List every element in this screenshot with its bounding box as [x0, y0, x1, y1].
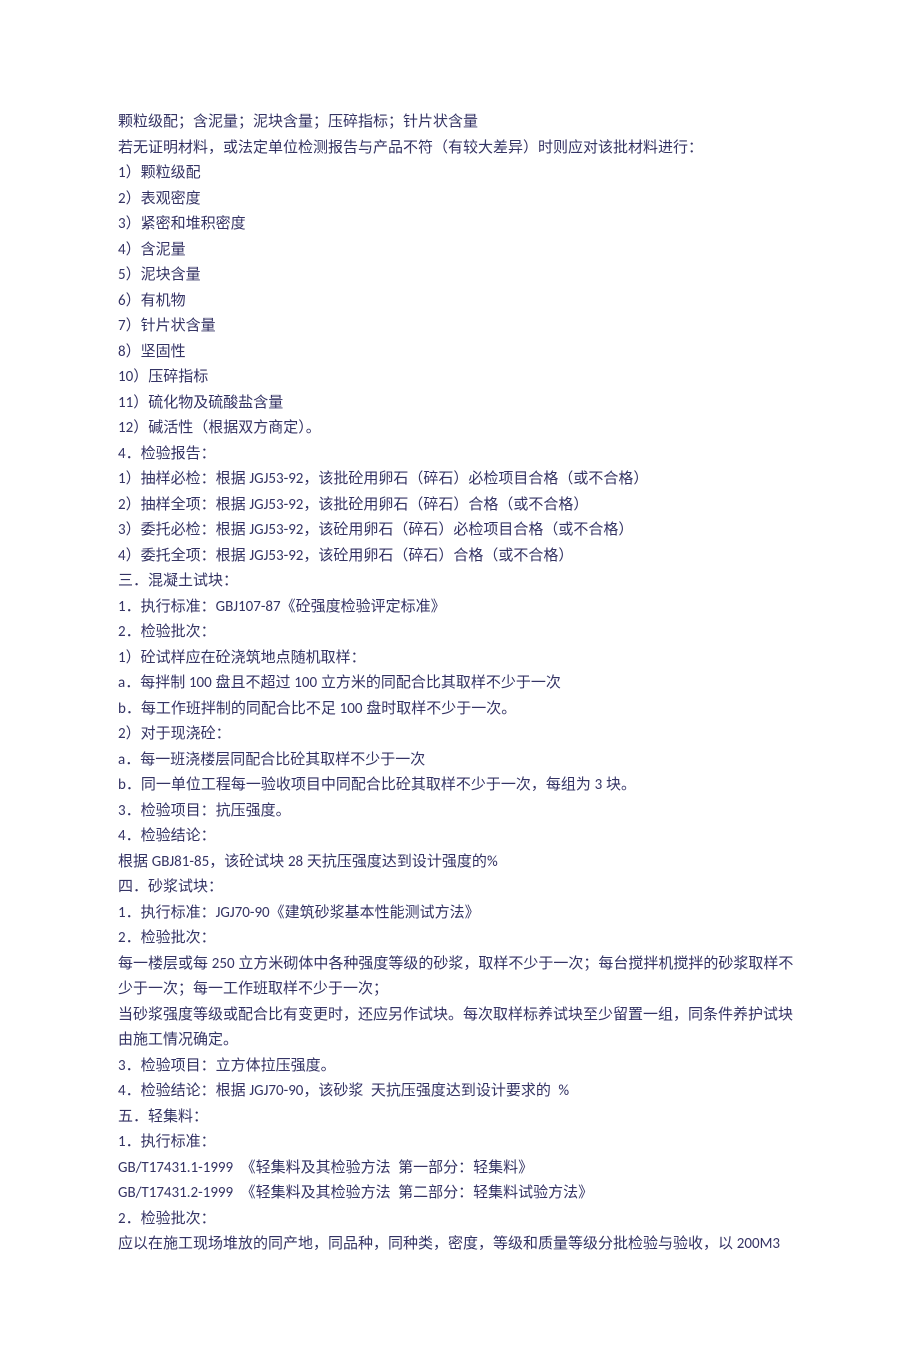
text-line: 8）坚固性: [118, 340, 802, 366]
document-page: 颗粒级配；含泥量；泥块含量；压碎指标；针片状含量 若无证明材料，或法定单位检测报…: [0, 0, 920, 1368]
text-line: 4）委托全项：根据 JGJ53-92，该砼用卵石（碎石）合格（或不合格）: [118, 544, 802, 570]
text-line: 1）抽样必检：根据 JGJ53-92，该批砼用卵石（碎石）必检项目合格（或不合格…: [118, 467, 802, 493]
text-line: 2）抽样全项：根据 JGJ53-92，该批砼用卵石（碎石）合格（或不合格）: [118, 493, 802, 519]
text-line: b．每工作班拌制的同配合比不足 100 盘时取样不少于一次。: [118, 697, 802, 723]
text-line: 2．检验批次：: [118, 620, 802, 646]
text-line: 每一楼层或每 250 立方米砌体中各种强度等级的砂浆，取样不少于一次；每台搅拌机…: [118, 952, 802, 1003]
text-line: 5）泥块含量: [118, 263, 802, 289]
text-line: 五．轻集料：: [118, 1105, 802, 1131]
text-line: 若无证明材料，或法定单位检测报告与产品不符（有较大差异）时则应对该批材料进行：: [118, 136, 802, 162]
text-line: 1．执行标准：: [118, 1130, 802, 1156]
text-line: a．每拌制 100 盘且不超过 100 立方米的同配合比其取样不少于一次: [118, 671, 802, 697]
text-line: 1）砼试样应在砼浇筑地点随机取样：: [118, 646, 802, 672]
text-line: 12）碱活性（根据双方商定）。: [118, 416, 802, 442]
text-line: 颗粒级配；含泥量；泥块含量；压碎指标；针片状含量: [118, 110, 802, 136]
text-line: 3）委托必检：根据 JGJ53-92，该砼用卵石（碎石）必检项目合格（或不合格）: [118, 518, 802, 544]
text-line: 6）有机物: [118, 289, 802, 315]
text-line: 根据 GBJ81-85，该砼试块 28 天抗压强度达到设计强度的%: [118, 850, 802, 876]
text-line: 当砂浆强度等级或配合比有变更时，还应另作试块。每次取样标养试块至少留置一组，同条…: [118, 1003, 802, 1054]
text-line: 1．执行标准：GBJ107-87《砼强度检验评定标准》: [118, 595, 802, 621]
text-line: 2）表观密度: [118, 187, 802, 213]
text-line: 2．检验批次：: [118, 1207, 802, 1233]
text-line: 4）含泥量: [118, 238, 802, 264]
text-line: 4．检验报告：: [118, 442, 802, 468]
text-line: GB/T17431.1-1999 《轻集料及其检验方法 第一部分：轻集料》: [118, 1156, 802, 1182]
text-line: 2）对于现浇砼：: [118, 722, 802, 748]
text-line: 三．混凝土试块：: [118, 569, 802, 595]
text-line: 10）压碎指标: [118, 365, 802, 391]
text-line: 1）颗粒级配: [118, 161, 802, 187]
text-line: 4．检验结论：根据 JGJ70-90，该砂浆 天抗压强度达到设计要求的 %: [118, 1079, 802, 1105]
text-line: 3）紧密和堆积密度: [118, 212, 802, 238]
text-line: b．同一单位工程每一验收项目中同配合比砼其取样不少于一次，每组为 3 块。: [118, 773, 802, 799]
text-line: 应以在施工现场堆放的同产地，同品种，同种类，密度，等级和质量等级分批检验与验收，…: [118, 1232, 802, 1258]
text-line: 1．执行标准：JGJ70-90《建筑砂浆基本性能测试方法》: [118, 901, 802, 927]
text-line: GB/T17431.2-1999 《轻集料及其检验方法 第二部分：轻集料试验方法…: [118, 1181, 802, 1207]
text-line: 7）针片状含量: [118, 314, 802, 340]
text-line: 3．检验项目：立方体拉压强度。: [118, 1054, 802, 1080]
text-line: a．每一班浇楼层同配合比砼其取样不少于一次: [118, 748, 802, 774]
text-line: 4．检验结论：: [118, 824, 802, 850]
text-line: 四．砂浆试块：: [118, 875, 802, 901]
text-line: 11）硫化物及硫酸盐含量: [118, 391, 802, 417]
text-line: 3．检验项目：抗压强度。: [118, 799, 802, 825]
text-line: 2．检验批次：: [118, 926, 802, 952]
